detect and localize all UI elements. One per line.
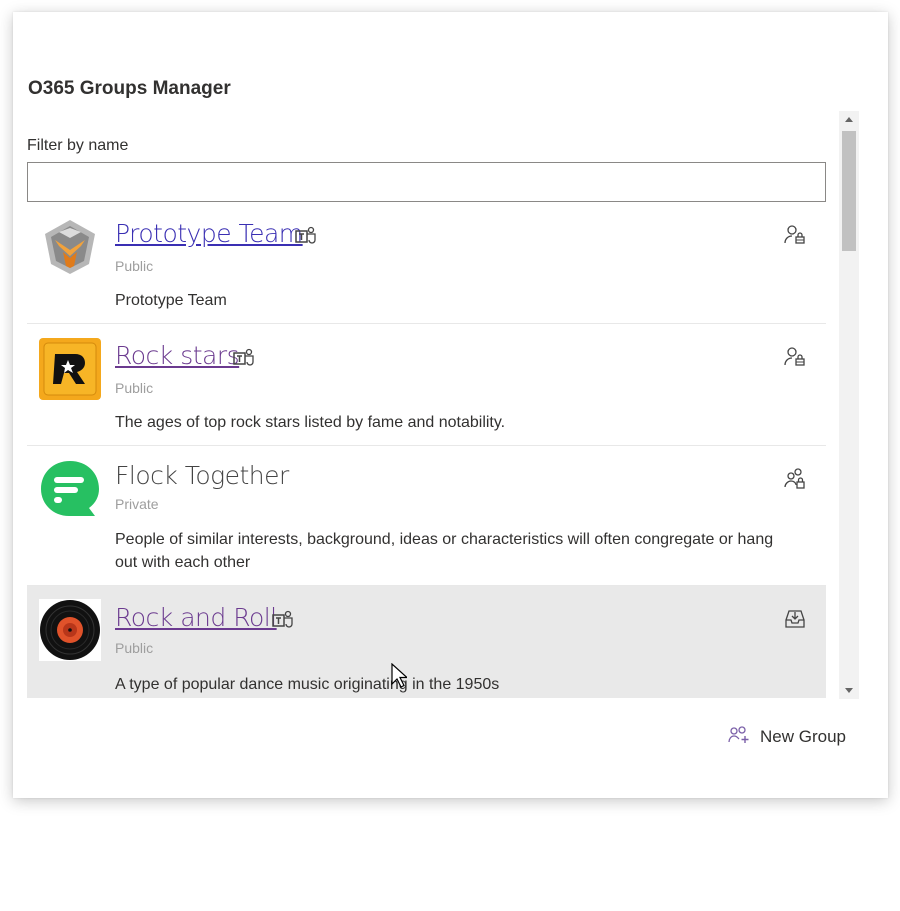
add-group-icon xyxy=(728,725,760,749)
teams-icon xyxy=(295,226,317,246)
group-name-link[interactable]: Rock and Roll xyxy=(115,603,277,633)
scroll-up-arrow-icon[interactable] xyxy=(845,117,853,122)
scroll-thumb[interactable] xyxy=(842,131,856,251)
list-scrollbar[interactable] xyxy=(839,111,859,699)
group-description: Prototype Team xyxy=(115,292,227,309)
group-description: People of similar interests, background,… xyxy=(115,531,774,571)
new-group-button[interactable]: New Group xyxy=(728,724,846,750)
filter-input[interactable] xyxy=(27,162,826,202)
group-description: A type of popular dance music originatin… xyxy=(115,676,500,693)
prototype-logo-icon xyxy=(39,216,101,278)
group-item-prototype-team[interactable]: Prototype Team Public Prototype Team xyxy=(27,202,826,324)
flock-logo-icon xyxy=(39,459,101,521)
group-privacy: Public xyxy=(115,380,154,396)
filter-label: Filter by name xyxy=(27,137,129,154)
user-lock-icon[interactable] xyxy=(784,224,806,246)
app-title: O365 Groups Manager xyxy=(28,78,231,99)
group-description: The ages of top rock stars listed by fam… xyxy=(115,414,506,431)
group-privacy: Public xyxy=(115,258,154,274)
group-item-rock-and-roll[interactable]: Rock and Roll Public A type of popular d… xyxy=(27,586,826,698)
rockstar-logo-icon xyxy=(39,338,101,400)
group-item-flock-together[interactable]: Flock Together Private People of similar… xyxy=(27,446,826,586)
group-name-link[interactable]: Rock stars xyxy=(115,341,240,371)
mouse-cursor-icon xyxy=(391,662,409,694)
teams-icon xyxy=(233,348,255,368)
group-list: Prototype Team Public Prototype Team Roc… xyxy=(27,202,826,698)
group-name-link[interactable]: Prototype Team xyxy=(115,219,303,249)
user-lock-icon[interactable] xyxy=(784,346,806,368)
group-privacy: Private xyxy=(115,496,159,512)
scroll-down-arrow-icon[interactable] xyxy=(845,688,853,693)
new-group-label: New Group xyxy=(760,727,846,746)
teams-icon xyxy=(272,610,294,630)
group-privacy: Public xyxy=(115,640,154,656)
groups-scroll-area[interactable]: Filter by name Prototype Team Public Pro… xyxy=(27,111,826,698)
vinyl-record-icon xyxy=(39,599,101,661)
group-name: Flock Together xyxy=(115,461,289,490)
group-item-rock-stars[interactable]: Rock stars Public The ages of top rock s… xyxy=(27,324,826,446)
inbox-download-icon[interactable] xyxy=(784,608,806,630)
group-lock-icon[interactable] xyxy=(784,468,806,490)
